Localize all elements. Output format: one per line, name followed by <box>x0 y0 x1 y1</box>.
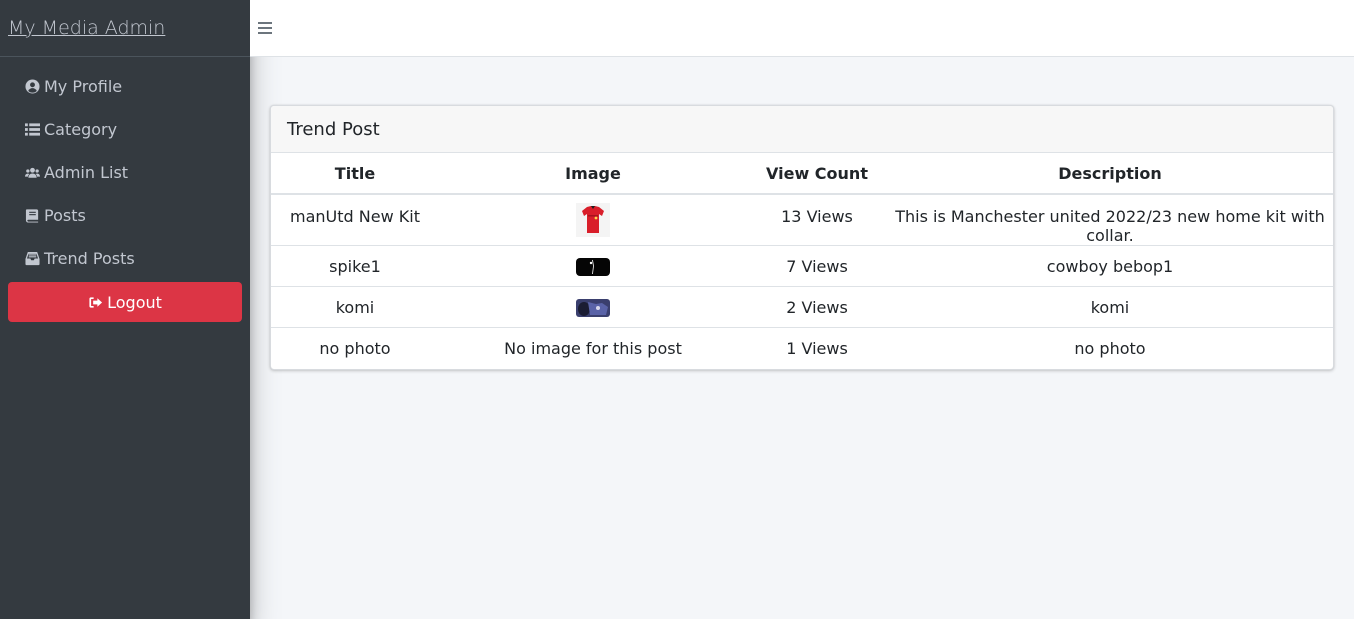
column-header-title: Title <box>271 153 439 195</box>
sidebar-item-label: Category <box>44 120 118 139</box>
trend-post-card: Trend Post Title Image View Count Descri… <box>270 105 1334 370</box>
table-header-row: Title Image View Count Description <box>271 153 1333 195</box>
column-header-view-count: View Count <box>747 153 887 195</box>
brand: My Media Admin <box>0 0 250 57</box>
trend-post-table: Title Image View Count Description manUt… <box>271 153 1333 369</box>
red-jersey-thumbnail <box>576 203 610 237</box>
dark-thumbnail <box>576 257 610 276</box>
post-image-cell <box>439 193 747 246</box>
sidebar-item-label: My Profile <box>44 77 123 96</box>
table-row: no photo No image for this post 1 Views … <box>271 327 1333 369</box>
column-header-image: Image <box>439 153 747 195</box>
list-icon <box>24 122 40 138</box>
sidebar-item-label: Posts <box>44 206 86 225</box>
table-row: komi 2 Views komi <box>271 286 1333 328</box>
sidebar-item-category[interactable]: Category <box>8 108 242 151</box>
sidebar-nav: My Profile Category Admin List Posts Tre… <box>0 57 250 322</box>
top-navbar <box>250 0 1354 57</box>
table-row: spike1 7 Views cowboy bebop1 <box>271 245 1333 287</box>
post-image-cell <box>439 245 747 287</box>
post-view-count: 7 Views <box>747 245 887 287</box>
sign-out-icon <box>88 295 103 310</box>
card-title: Trend Post <box>271 106 1333 153</box>
logout-button[interactable]: Logout <box>8 282 242 322</box>
user-circle-icon <box>24 79 40 95</box>
post-view-count: 13 Views <box>747 193 887 246</box>
column-header-description: Description <box>887 153 1333 195</box>
book-icon <box>24 208 40 224</box>
users-icon <box>24 165 40 181</box>
post-image-cell <box>439 286 747 328</box>
post-image-placeholder: No image for this post <box>439 327 747 369</box>
post-title: spike1 <box>271 245 439 287</box>
sidebar-item-label: Trend Posts <box>44 249 135 268</box>
table-row: manUtd New Kit 13 Views This is Manchest… <box>271 193 1333 246</box>
sidebar-item-admin-list[interactable]: Admin List <box>8 151 242 194</box>
post-description: cowboy bebop1 <box>887 245 1333 287</box>
post-title: komi <box>271 286 439 328</box>
sidebar: My Media Admin My Profile Category Admin… <box>0 0 250 619</box>
post-description: no photo <box>887 327 1333 369</box>
sidebar-item-my-profile[interactable]: My Profile <box>8 65 242 108</box>
sidebar-item-label: Admin List <box>44 163 129 182</box>
menu-toggle-icon[interactable] <box>258 21 272 35</box>
post-description: This is Manchester united 2022/23 new ho… <box>887 193 1333 246</box>
inbox-icon <box>24 251 40 267</box>
brand-link[interactable]: My Media Admin <box>8 17 165 39</box>
post-view-count: 2 Views <box>747 286 887 328</box>
sidebar-item-posts[interactable]: Posts <box>8 194 242 237</box>
post-description: komi <box>887 286 1333 328</box>
sidebar-item-trend-posts[interactable]: Trend Posts <box>8 237 242 280</box>
post-view-count: 1 Views <box>747 327 887 369</box>
anime-thumbnail <box>576 298 610 317</box>
post-title: manUtd New Kit <box>271 193 439 246</box>
logout-label: Logout <box>107 292 162 312</box>
post-title: no photo <box>271 327 439 369</box>
